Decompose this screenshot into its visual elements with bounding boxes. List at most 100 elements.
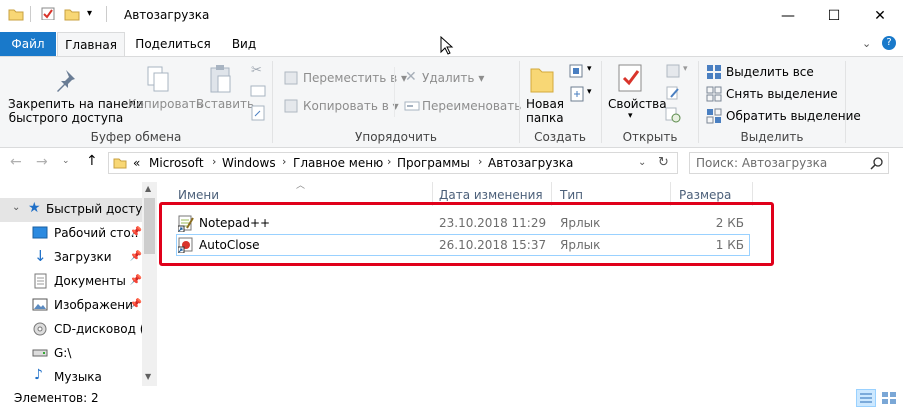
edit-icon[interactable] [665, 85, 681, 101]
nav-item-label: Загрузки [54, 250, 112, 264]
item-count: Элементов: 2 [14, 391, 99, 405]
copy-to-button[interactable]: Копировать в ▾ [303, 99, 399, 113]
nav-item-desktop[interactable]: Рабочий сто... 📌 [0, 222, 142, 246]
copy-button[interactable]: Копировать [128, 97, 203, 111]
select-none-button[interactable]: Снять выделение [726, 87, 838, 101]
easy-access-icon[interactable] [568, 85, 586, 103]
select-all-icon [707, 65, 721, 79]
help-icon[interactable]: ? [882, 36, 896, 50]
breadcrumb-item[interactable]: Windows [222, 156, 276, 170]
paste-button[interactable]: Вставить [196, 97, 254, 111]
minimize-button[interactable]: — [765, 0, 811, 32]
ribbon-separator [845, 61, 846, 143]
nav-item-quick-access[interactable]: ⌄ ★ Быстрый доступ [0, 198, 142, 222]
properties-icon[interactable] [40, 6, 56, 20]
up-button[interactable]: ↑ [86, 153, 98, 169]
desktop-icon [32, 226, 48, 239]
chevron-right-icon[interactable]: › [387, 155, 391, 168]
pin-icon [57, 70, 75, 92]
ribbon: Закрепить на панели быстрого доступа Коп… [0, 56, 903, 148]
folder-icon [113, 158, 127, 169]
window-title: Автозагрузка [124, 8, 210, 22]
easy-access-dropdown-icon[interactable]: ▾ [587, 87, 592, 97]
breadcrumb-item[interactable]: Главное меню [293, 156, 383, 170]
history-icon[interactable] [665, 107, 681, 123]
highlight-box [159, 202, 774, 266]
breadcrumb-overflow[interactable]: « [133, 156, 140, 170]
scroll-up-icon[interactable]: ▲ [145, 184, 151, 193]
tab-home[interactable]: Главная [57, 32, 125, 56]
chevron-right-icon[interactable]: › [478, 155, 482, 168]
properties-dropdown-icon[interactable]: ▾ [628, 111, 633, 121]
pin-icon: 📌 [129, 299, 142, 310]
recent-locations-icon[interactable]: ⌄ [62, 156, 70, 166]
select-all-button[interactable]: Выделить все [726, 65, 814, 79]
search-input[interactable]: Поиск: Автозагрузка [696, 156, 827, 170]
move-to-button[interactable]: Переместить в ▾ [303, 71, 407, 85]
chevron-right-icon[interactable]: › [212, 155, 216, 168]
nav-item-downloads[interactable]: ↓ Загрузки 📌 [0, 246, 142, 270]
paste-icon [210, 65, 231, 93]
refresh-icon[interactable]: ↻ [658, 155, 669, 170]
properties-large-icon [618, 64, 642, 92]
forward-button[interactable]: → [36, 154, 48, 170]
breadcrumb-item[interactable]: Программы [397, 156, 470, 170]
new-item-dropdown-icon[interactable]: ▾ [587, 64, 592, 74]
tab-view[interactable]: Вид [221, 32, 267, 56]
new-group-label: Создать [534, 130, 586, 144]
large-icons-view-icon[interactable] [879, 389, 899, 407]
collapse-ribbon-icon[interactable]: ⌄ [862, 37, 871, 50]
rename-icon [404, 101, 420, 111]
back-button[interactable]: ← [10, 154, 22, 170]
delete-icon: ✕ [405, 69, 417, 85]
scrollbar-thumb[interactable] [144, 198, 155, 254]
column-header-size[interactable]: Размера [679, 188, 731, 202]
invert-selection-icon [706, 108, 722, 124]
nav-scrollbar[interactable]: ▲ ▼ [142, 182, 157, 386]
drive-icon [32, 349, 48, 357]
tab-file[interactable]: Файл [0, 32, 56, 56]
properties-button[interactable]: Свойства [608, 97, 667, 111]
new-item-icon[interactable] [568, 63, 586, 79]
nav-item-documents[interactable]: Документы 📌 [0, 270, 142, 294]
nav-item-drive-g[interactable]: G:\ [0, 342, 142, 366]
breadcrumb-item[interactable]: Microsoft [149, 156, 204, 170]
tab-share[interactable]: Поделиться [132, 32, 214, 56]
organize-group-label: Упорядочить [355, 130, 437, 144]
clipboard-group-label: Буфер обмена [90, 130, 182, 144]
nav-item-cd-drive[interactable]: CD-дисковод (F [0, 318, 144, 342]
nav-item-label: Быстрый доступ [46, 202, 142, 216]
maximize-button[interactable]: ☐ [811, 0, 857, 32]
address-bar[interactable]: « Microsoft › Windows › Главное меню › П… [108, 152, 678, 174]
open-dropdown-icon[interactable]: ▾ [683, 64, 688, 74]
search-icon[interactable] [870, 156, 884, 170]
chevron-right-icon[interactable]: › [282, 155, 286, 168]
column-header-type[interactable]: Тип [560, 188, 583, 202]
nav-item-label: Документы [54, 274, 126, 288]
pin-to-quick-access-button[interactable]: Закрепить на панели быстрого доступа [8, 97, 144, 125]
new-folder-button[interactable]: Новая папка [526, 97, 564, 125]
nav-item-label: CD-дисковод (F [54, 322, 144, 336]
copy-path-icon[interactable] [250, 85, 266, 97]
cut-icon[interactable]: ✂ [251, 63, 262, 78]
rename-button[interactable]: Переименовать [422, 99, 521, 113]
customize-quick-access-icon[interactable]: ▾ [87, 8, 92, 19]
paste-shortcut-icon[interactable] [250, 105, 266, 121]
column-header-name[interactable]: Имени [178, 188, 219, 202]
scroll-down-icon[interactable]: ▼ [145, 372, 151, 381]
delete-button[interactable]: Удалить ▾ [422, 71, 484, 85]
invert-selection-button[interactable]: Обратить выделение [726, 109, 861, 123]
close-button[interactable]: ✕ [857, 0, 903, 32]
nav-item-pictures[interactable]: Изображени 📌 [0, 294, 142, 318]
new-folder-icon[interactable] [64, 7, 80, 21]
chevron-down-icon[interactable]: ⌄ [12, 202, 20, 213]
breadcrumb-item[interactable]: Автозагрузка [488, 156, 573, 170]
open-icon[interactable] [665, 63, 681, 79]
details-view-icon[interactable] [856, 389, 876, 407]
search-box[interactable]: Поиск: Автозагрузка [689, 152, 889, 174]
chevron-down-icon[interactable]: ⌄ [638, 157, 646, 168]
column-header-date[interactable]: Дата изменения [439, 188, 543, 202]
documents-icon [34, 273, 47, 289]
status-bar: Элементов: 2 [0, 386, 903, 410]
copy-to-label: Копировать в [303, 99, 389, 113]
